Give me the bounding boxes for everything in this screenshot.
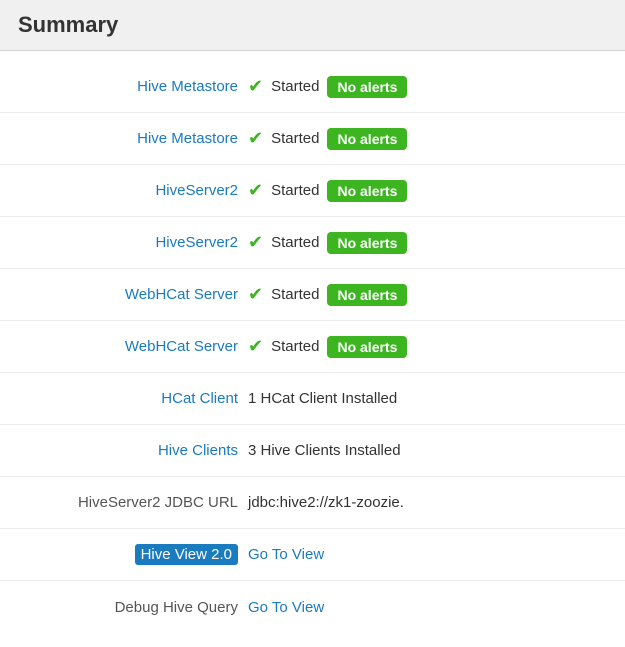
header: Summary (0, 0, 625, 51)
list-item: HiveServer2 JDBC URL jdbc:hive2://zk1-zoo… (0, 477, 625, 529)
row-label-link-hiveserver2-2[interactable]: HiveServer2 (155, 234, 238, 251)
plain-value: 1 HCat Client Installed (248, 390, 397, 407)
row-label-col: HCat Client (18, 390, 248, 407)
row-value-col: ✔ Started No alerts (248, 232, 607, 254)
no-alerts-badge: No alerts (327, 180, 407, 202)
row-value-col: jdbc:hive2://zk1-zoozie. (248, 494, 607, 511)
row-value-col: 1 HCat Client Installed (248, 390, 607, 407)
row-label-highlight-hive-view-2: Hive View 2.0 (135, 544, 238, 565)
check-icon: ✔ (248, 128, 263, 149)
row-label-link-hcat-client[interactable]: HCat Client (161, 390, 238, 407)
check-icon: ✔ (248, 232, 263, 253)
url-value: jdbc:hive2://zk1-zoozie. (248, 494, 404, 511)
row-label-link-hive-clients[interactable]: Hive Clients (158, 442, 238, 459)
row-label-col: WebHCat Server (18, 286, 248, 303)
check-icon: ✔ (248, 336, 263, 357)
go-to-view-link-hive-view-2[interactable]: Go To View (248, 546, 324, 563)
row-label-col: Hive Clients (18, 442, 248, 459)
row-label-col: WebHCat Server (18, 338, 248, 355)
row-label-col: Hive Metastore (18, 130, 248, 147)
status-text: Started (271, 78, 319, 95)
row-label-col: Debug Hive Query (18, 599, 248, 616)
row-label-link-webhcat-server-2[interactable]: WebHCat Server (125, 338, 238, 355)
row-value-col: ✔ Started No alerts (248, 284, 607, 306)
list-item: Debug Hive Query Go To View (0, 581, 625, 633)
row-value-col: ✔ Started No alerts (248, 336, 607, 358)
list-item: Hive Clients 3 Hive Clients Installed (0, 425, 625, 477)
status-text: Started (271, 182, 319, 199)
row-label-link-hiveserver2-1[interactable]: HiveServer2 (155, 182, 238, 199)
content: Hive Metastore✔StartedNo alertsHive Meta… (0, 51, 625, 643)
row-label-col: HiveServer2 (18, 182, 248, 199)
check-icon: ✔ (248, 180, 263, 201)
list-item: Hive View 2.0 Go To View (0, 529, 625, 581)
row-value-col: Go To View (248, 546, 607, 563)
no-alerts-badge: No alerts (327, 76, 407, 98)
list-item: HiveServer2 ✔ Started No alerts (0, 165, 625, 217)
row-value-col: 3 Hive Clients Installed (248, 442, 607, 459)
row-label-link-hive-metastore-2[interactable]: Hive Metastore (137, 130, 238, 147)
status-text: Started (271, 338, 319, 355)
row-value-col: Go To View (248, 599, 607, 616)
list-item: Hive Metastore ✔ Started No alerts (0, 61, 625, 113)
row-label-col: Hive Metastore (18, 78, 248, 95)
list-item: Hive Metastore ✔ Started No alerts (0, 113, 625, 165)
page-title: Summary (18, 12, 118, 37)
plain-value: 3 Hive Clients Installed (248, 442, 401, 459)
row-value-col: ✔ Started No alerts (248, 76, 607, 98)
row-label-plain-hiveserver2-jdbc-url: HiveServer2 JDBC URL (78, 494, 238, 511)
go-to-view-link-debug-hive-query[interactable]: Go To View (248, 599, 324, 616)
row-label-plain-debug-hive-query: Debug Hive Query (115, 599, 238, 616)
list-item: WebHCat Server ✔ Started No alerts (0, 321, 625, 373)
status-text: Started (271, 130, 319, 147)
check-icon: ✔ (248, 284, 263, 305)
no-alerts-badge: No alerts (327, 128, 407, 150)
row-value-col: ✔ Started No alerts (248, 180, 607, 202)
row-label-link-hive-metastore-1[interactable]: Hive Metastore (137, 78, 238, 95)
row-label-col: Hive View 2.0 (18, 546, 248, 563)
list-item: HiveServer2 ✔ Started No alerts (0, 217, 625, 269)
row-label-col: HiveServer2 (18, 234, 248, 251)
status-text: Started (271, 286, 319, 303)
status-text: Started (271, 234, 319, 251)
no-alerts-badge: No alerts (327, 336, 407, 358)
row-value-col: ✔ Started No alerts (248, 128, 607, 150)
row-label-link-webhcat-server-1[interactable]: WebHCat Server (125, 286, 238, 303)
row-label-col: HiveServer2 JDBC URL (18, 494, 248, 511)
list-item: WebHCat Server ✔ Started No alerts (0, 269, 625, 321)
check-icon: ✔ (248, 76, 263, 97)
no-alerts-badge: No alerts (327, 232, 407, 254)
list-item: HCat Client 1 HCat Client Installed (0, 373, 625, 425)
no-alerts-badge: No alerts (327, 284, 407, 306)
